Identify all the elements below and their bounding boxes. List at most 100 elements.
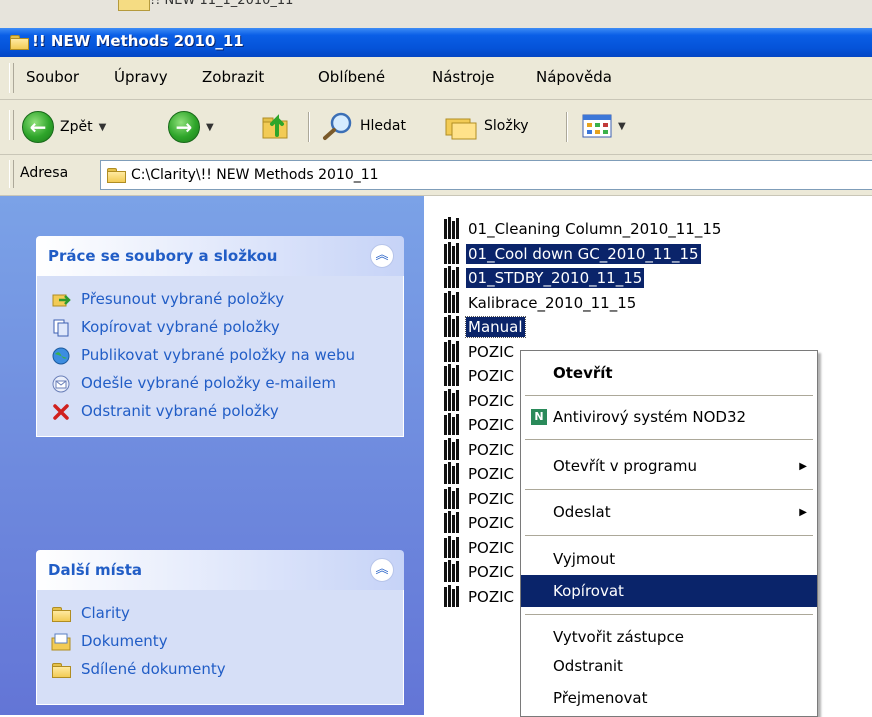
toolbar-grip[interactable] — [9, 63, 14, 93]
place-clarity[interactable]: Clarity — [37, 600, 403, 628]
search-button[interactable]: Hledat — [322, 111, 406, 141]
file-item[interactable]: POZIC — [442, 487, 516, 510]
menu-separator — [525, 535, 813, 536]
place-label: Sdílené dokumenty — [81, 660, 226, 678]
toolbar-separator — [308, 112, 310, 142]
file-name: 01_STDBY_2010_11_15 — [466, 268, 645, 288]
file-item[interactable]: POZIC — [442, 585, 516, 608]
menu-zobrazit[interactable]: Zobrazit — [202, 68, 264, 86]
file-item[interactable]: 01_Cleaning Column_2010_11_15 — [442, 217, 723, 240]
menu-soubor[interactable]: Soubor — [26, 68, 79, 86]
toolbar-grip[interactable] — [9, 110, 14, 140]
file-name: POZIC — [468, 416, 515, 434]
nod32-icon: N — [531, 409, 547, 425]
file-name: 01_Cleaning Column_2010_11_15 — [468, 220, 722, 238]
file-name: POZIC — [468, 490, 515, 508]
other-places-body: Clarity Dokumenty Sdílené dokumenty — [36, 590, 404, 705]
forward-button[interactable]: → ▼ — [168, 111, 214, 143]
menu-upravy[interactable]: Úpravy — [114, 68, 168, 86]
other-places-group: Další místa ︽ Clarity Dokumenty Sdílené … — [36, 550, 404, 705]
file-name: POZIC — [468, 441, 515, 459]
title-bar[interactable]: !! NEW Methods 2010_11 — [0, 28, 872, 57]
folder-icon — [118, 0, 150, 11]
menu-send-to[interactable]: Odeslat ▶ — [521, 496, 817, 528]
file-name: POZIC — [468, 588, 515, 606]
context-menu: Otevřít N Antivirový systém NOD32 Otevří… — [520, 350, 818, 717]
task-delete[interactable]: Odstranit vybrané položky — [37, 398, 403, 426]
collapse-chevron-icon[interactable]: ︽ — [370, 558, 394, 582]
folders-button[interactable]: Složky — [444, 111, 529, 141]
address-label: Adresa — [20, 165, 69, 181]
menu-nod32[interactable]: N Antivirový systém NOD32 — [521, 401, 817, 433]
file-name: POZIC — [468, 563, 515, 581]
menu-rename[interactable]: Přejmenovat — [521, 682, 817, 714]
menu-open-with[interactable]: Otevřít v programu ▶ — [521, 450, 817, 482]
back-button[interactable]: ← Zpět ▼ — [22, 111, 106, 143]
views-button[interactable]: ▼ — [582, 114, 626, 138]
file-item[interactable]: POZIC — [442, 560, 516, 583]
menu-cut[interactable]: Vyjmout — [521, 543, 817, 575]
up-folder-button[interactable] — [260, 109, 294, 143]
other-places-header[interactable]: Další místa ︽ — [36, 550, 404, 590]
menu-separator — [525, 489, 813, 490]
collapse-chevron-icon[interactable]: ︽ — [370, 244, 394, 268]
address-field[interactable]: C:\Clarity\!! NEW Methods 2010_11 — [100, 160, 872, 190]
task-email[interactable]: Odešle vybrané položky e-mailem — [37, 370, 403, 398]
views-grid-icon — [582, 114, 612, 138]
file-name: POZIC — [468, 539, 515, 557]
menu-label: Kopírovat — [553, 582, 624, 600]
method-file-icon — [442, 585, 462, 608]
chevron-down-icon[interactable]: ▼ — [99, 122, 107, 133]
search-label: Hledat — [360, 118, 406, 134]
menu-delete[interactable]: Odstranit — [521, 650, 817, 682]
task-copy[interactable]: Kopírovat vybrané položky — [37, 314, 403, 342]
method-file-icon — [442, 536, 462, 559]
file-item[interactable]: POZIC — [442, 340, 516, 363]
place-documents[interactable]: Dokumenty — [37, 628, 403, 656]
menu-label: Přejmenovat — [553, 689, 648, 707]
documents-icon — [51, 632, 71, 652]
file-tasks-header[interactable]: Práce se soubory a složkou ︽ — [36, 236, 404, 276]
task-publish[interactable]: Publikovat vybrané položky na webu — [37, 342, 403, 370]
method-file-icon — [442, 487, 462, 510]
file-name: POZIC — [468, 343, 515, 361]
file-name: POZIC — [468, 392, 515, 410]
method-file-icon — [442, 364, 462, 387]
menu-oblibene[interactable]: Oblíbené — [318, 68, 385, 86]
file-item[interactable]: Kalibrace_2010_11_15 — [442, 291, 638, 314]
file-item[interactable]: POZIC — [442, 413, 516, 436]
menu-copy[interactable]: Kopírovat — [521, 575, 817, 607]
place-shared-documents[interactable]: Sdílené dokumenty — [37, 656, 403, 684]
file-item[interactable]: POZIC — [442, 462, 516, 485]
file-item[interactable]: POZIC — [442, 536, 516, 559]
copy-icon — [51, 318, 71, 338]
address-path: C:\Clarity\!! NEW Methods 2010_11 — [131, 167, 379, 183]
back-arrow-icon: ← — [22, 111, 54, 143]
folder-icon — [51, 660, 71, 680]
file-item[interactable]: 01_Cool down GC_2010_11_15 — [442, 242, 701, 265]
file-item[interactable]: POZIC — [442, 438, 516, 461]
chevron-down-icon[interactable]: ▼ — [206, 122, 214, 133]
toolbar-grip[interactable] — [9, 160, 14, 188]
menu-napoveda[interactable]: Nápověda — [536, 68, 612, 86]
menu-open[interactable]: Otevřít — [521, 357, 817, 389]
place-label: Dokumenty — [81, 632, 168, 650]
menu-separator — [525, 614, 813, 615]
chevron-down-icon[interactable]: ▼ — [618, 121, 626, 132]
menu-create-shortcut[interactable]: Vytvořit zástupce — [521, 621, 817, 653]
menu-label: Vyjmout — [553, 550, 616, 568]
toolbar-separator — [566, 112, 568, 142]
method-file-icon — [442, 315, 462, 338]
file-item[interactable]: POZIC — [442, 364, 516, 387]
menu-nastroje[interactable]: Nástroje — [432, 68, 495, 86]
file-name: POZIC — [468, 465, 515, 483]
search-icon — [323, 112, 352, 140]
task-move[interactable]: Přesunout vybrané položky — [37, 286, 403, 314]
window-title: !! NEW Methods 2010_11 — [32, 32, 244, 50]
file-item[interactable]: POZIC — [442, 389, 516, 412]
method-file-icon — [442, 291, 462, 314]
file-item[interactable]: Manual — [442, 315, 526, 338]
method-file-icon — [442, 217, 462, 240]
file-item[interactable]: 01_STDBY_2010_11_15 — [442, 266, 645, 289]
file-item[interactable]: POZIC — [442, 511, 516, 534]
